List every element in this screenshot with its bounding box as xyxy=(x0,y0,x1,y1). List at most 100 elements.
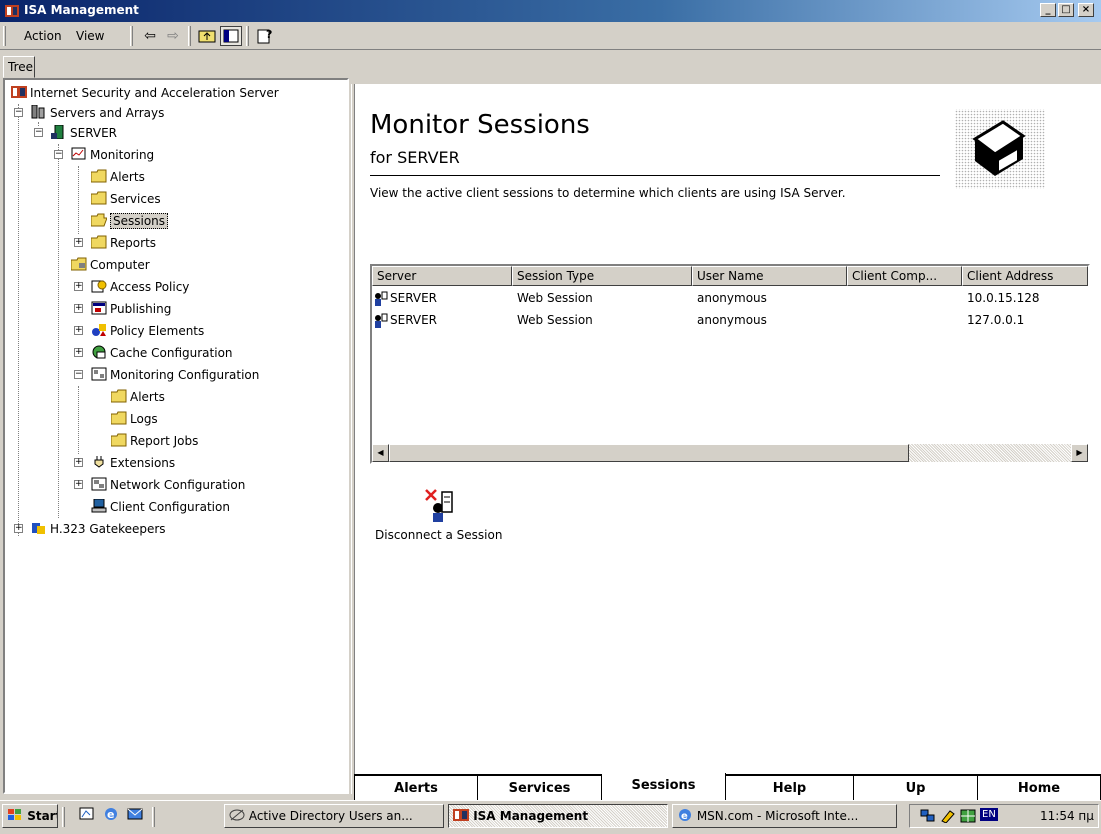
expand-icon[interactable]: + xyxy=(74,326,83,335)
forward-arrow-icon[interactable]: ⇨ xyxy=(162,26,184,46)
computer-folder-icon xyxy=(71,257,87,271)
taskbar-task-active-directory[interactable]: Active Directory Users an... xyxy=(224,804,444,828)
tree-item-label: Logs xyxy=(130,412,158,426)
tree-item-monitoring[interactable]: Monitoring xyxy=(71,146,154,164)
tree-item-policy-elements[interactable]: Policy Elements xyxy=(91,322,204,340)
view-menu[interactable]: View xyxy=(76,29,104,43)
tree-item-reports[interactable]: Reports xyxy=(91,234,156,252)
tree-pane: Tree Internet Security and Acceleration … xyxy=(0,52,351,794)
firewall-tray-icon[interactable] xyxy=(960,809,976,823)
toolbar-separator xyxy=(188,26,191,46)
tree-item-access-policy[interactable]: Access Policy xyxy=(91,278,189,296)
tree-view[interactable]: Internet Security and Acceleration Serve… xyxy=(3,78,349,794)
disconnect-session-button[interactable]: Disconnect a Session xyxy=(375,484,525,554)
tab-alerts[interactable]: Alerts xyxy=(354,775,478,801)
expand-icon[interactable]: + xyxy=(74,304,83,313)
column-header-server[interactable]: Server xyxy=(372,266,512,286)
tree-item-alerts[interactable]: Alerts xyxy=(91,168,145,186)
taskbar-task-msn[interactable]: e MSN.com - Microsoft Inte... xyxy=(672,804,897,828)
back-arrow-icon[interactable]: ⇦ xyxy=(139,26,161,46)
folder-icon xyxy=(111,389,127,403)
tree-item-sessions[interactable]: Sessions xyxy=(91,212,169,230)
tree-item-extensions[interactable]: Extensions xyxy=(91,454,175,472)
tree-item-servers-arrays[interactable]: Servers and Arrays xyxy=(31,104,164,122)
help-icon[interactable]: ? xyxy=(254,26,276,46)
scrollbar-track[interactable] xyxy=(909,444,1071,462)
tree-item-label: Reports xyxy=(110,236,157,250)
tab-tree[interactable]: Tree xyxy=(3,56,35,78)
internet-explorer-icon[interactable]: e xyxy=(100,806,122,826)
tree-item-label: Publishing xyxy=(110,302,172,316)
pencil-tray-icon[interactable] xyxy=(940,809,956,823)
column-header-session-type[interactable]: Session Type xyxy=(512,266,692,286)
table-row[interactable]: SERVER Web Session anonymous 127.0.0.1 xyxy=(372,310,1088,332)
window-title: ISA Management xyxy=(24,3,139,17)
horizontal-scrollbar[interactable]: ◀ ▶ xyxy=(372,444,1088,462)
collapse-icon[interactable]: − xyxy=(34,128,43,137)
column-header-user-name[interactable]: User Name xyxy=(692,266,847,286)
tree-item-report-jobs[interactable]: Report Jobs xyxy=(111,432,198,450)
toolbar-grip[interactable] xyxy=(130,26,133,46)
scroll-right-icon[interactable]: ▶ xyxy=(1071,444,1088,462)
expand-icon[interactable]: + xyxy=(74,458,83,467)
collapse-icon[interactable]: − xyxy=(74,370,83,379)
tab-help[interactable]: Help xyxy=(726,775,854,801)
column-header-client-address[interactable]: Client Address xyxy=(962,266,1088,286)
expand-icon[interactable]: + xyxy=(74,282,83,291)
table-row[interactable]: SERVER Web Session anonymous 10.0.15.128 xyxy=(372,288,1088,310)
close-button[interactable]: × xyxy=(1078,3,1094,17)
collapse-icon[interactable]: − xyxy=(54,150,63,159)
cell-session-type: Web Session xyxy=(517,291,593,305)
tree-item-label: Monitoring xyxy=(90,148,155,162)
tree-item-h323-gatekeepers[interactable]: H.323 Gatekeepers xyxy=(31,520,166,538)
tab-up[interactable]: Up xyxy=(854,775,978,801)
folder-icon xyxy=(111,433,127,447)
folder-icon xyxy=(91,191,107,205)
up-folder-icon[interactable] xyxy=(196,26,218,46)
minimize-button[interactable]: _ xyxy=(1040,3,1056,17)
tree-item-label: Servers and Arrays xyxy=(50,106,165,120)
toolbar-grip[interactable] xyxy=(3,26,6,46)
expand-icon[interactable]: + xyxy=(74,348,83,357)
toolbar-separator xyxy=(246,26,249,46)
tab-services[interactable]: Services xyxy=(478,775,602,801)
tree-item-config-alerts[interactable]: Alerts xyxy=(111,388,165,406)
tree-item-services[interactable]: Services xyxy=(91,190,161,208)
tree-item-label: Computer xyxy=(90,258,150,272)
scroll-left-icon[interactable]: ◀ xyxy=(372,444,389,462)
tree-item-cache-configuration[interactable]: Cache Configuration xyxy=(91,344,233,362)
action-menu[interactable]: Action xyxy=(24,29,62,43)
outlook-express-icon[interactable] xyxy=(124,806,146,826)
sessions-list[interactable]: Server Session Type User Name Client Com… xyxy=(370,264,1090,464)
start-button[interactable]: Start xyxy=(2,804,58,828)
show-desktop-icon[interactable] xyxy=(76,806,98,826)
tree-item-publishing[interactable]: Publishing xyxy=(91,300,171,318)
isa-server-icon xyxy=(11,86,27,98)
cell-server: SERVER xyxy=(390,313,438,327)
expand-icon[interactable]: + xyxy=(74,238,83,247)
tree-item-client-configuration[interactable]: Client Configuration xyxy=(91,498,230,516)
scrollbar-thumb[interactable] xyxy=(389,444,909,462)
taskbar-task-isa-management[interactable]: ISA Management xyxy=(448,804,668,828)
show-tree-icon[interactable] xyxy=(220,26,242,46)
language-indicator[interactable]: EN xyxy=(980,808,998,821)
expand-icon[interactable]: + xyxy=(74,480,83,489)
tab-home[interactable]: Home xyxy=(978,775,1101,801)
tree-item-network-configuration[interactable]: Network Configuration xyxy=(91,476,245,494)
expand-icon[interactable]: + xyxy=(14,524,23,533)
tree-item-isa-server[interactable]: Internet Security and Acceleration Serve… xyxy=(11,84,279,102)
tree-item-logs[interactable]: Logs xyxy=(111,410,158,428)
tab-sessions[interactable]: Sessions xyxy=(602,773,726,801)
disconnect-session-label: Disconnect a Session xyxy=(375,528,503,542)
network-tray-icon[interactable] xyxy=(920,809,936,823)
tree-item-server[interactable]: SERVER xyxy=(51,124,117,142)
tree-item-label: Monitoring Configuration xyxy=(110,368,260,382)
column-header-client-computer[interactable]: Client Comp... xyxy=(847,266,962,286)
clock[interactable]: 11:54 пμ xyxy=(1040,809,1094,823)
cell-client-address: 10.0.15.128 xyxy=(967,291,1040,305)
tree-item-monitoring-configuration[interactable]: Monitoring Configuration xyxy=(91,366,259,384)
svg-text:?: ? xyxy=(266,28,272,41)
tree-item-computer[interactable]: Computer xyxy=(71,256,150,274)
maximize-button[interactable]: □ xyxy=(1058,3,1074,17)
collapse-icon[interactable]: − xyxy=(14,108,23,117)
